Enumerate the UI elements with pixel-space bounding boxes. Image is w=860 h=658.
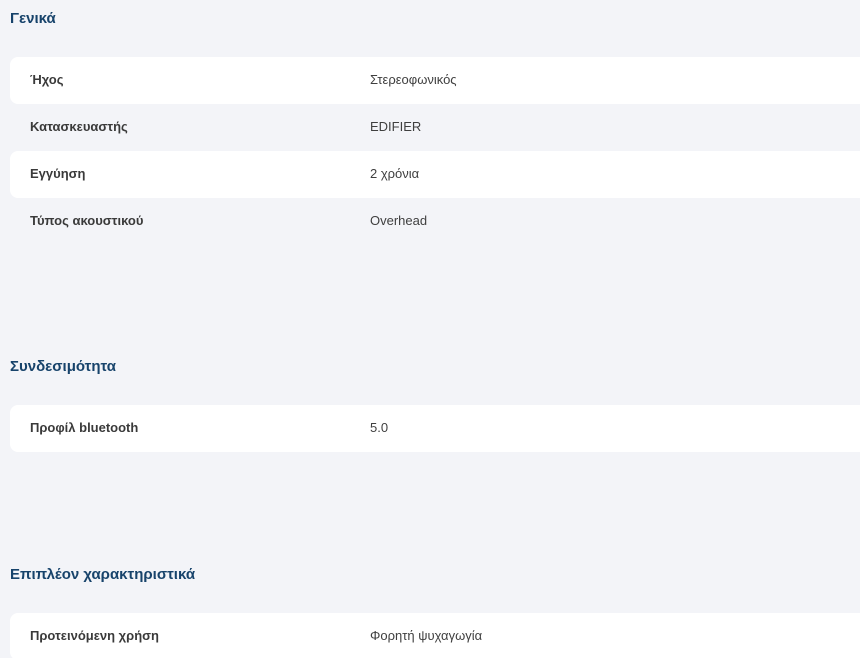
spec-row: Τύπος ακουστικού Overhead [10, 198, 860, 245]
spec-value: Φορητή ψυχαγωγία [370, 628, 483, 643]
product-specifications: Γενικά Ήχος Στερεοφωνικός Κατασκευαστής … [0, 0, 860, 658]
spec-label: Ήχος [30, 72, 64, 87]
spec-row: Εγγύηση 2 χρόνια [10, 151, 860, 198]
spec-row: Κατασκευαστής EDIFIER [10, 104, 860, 151]
spec-list: Προτεινόμενη χρήση Φορητή ψυχαγωγία [10, 613, 860, 658]
spec-value: EDIFIER [370, 119, 422, 134]
spec-label: Προτεινόμενη χρήση [30, 628, 159, 643]
spec-value: 2 χρόνια [370, 166, 420, 181]
section-title: Συνδεσιμότητα [10, 358, 116, 375]
spec-list: Ήχος Στερεοφωνικός Κατασκευαστής EDIFIER… [10, 57, 860, 245]
section-title: Γενικά [10, 10, 56, 27]
spec-row: Προφίλ bluetooth 5.0 [10, 405, 860, 452]
spec-value: Overhead [370, 213, 428, 228]
spec-label: Τύπος ακουστικού [30, 213, 144, 228]
section-title: Επιπλέον χαρακτηριστικά [10, 566, 196, 583]
spec-value: 5.0 [370, 420, 389, 435]
spec-row: Ήχος Στερεοφωνικός [10, 57, 860, 104]
spec-list: Προφίλ bluetooth 5.0 [10, 405, 860, 452]
spec-label: Κατασκευαστής [30, 119, 128, 134]
spec-label: Προφίλ bluetooth [30, 420, 139, 435]
spec-value: Στερεοφωνικός [370, 72, 457, 87]
spec-row: Προτεινόμενη χρήση Φορητή ψυχαγωγία [10, 613, 860, 658]
spec-label: Εγγύηση [30, 166, 86, 181]
